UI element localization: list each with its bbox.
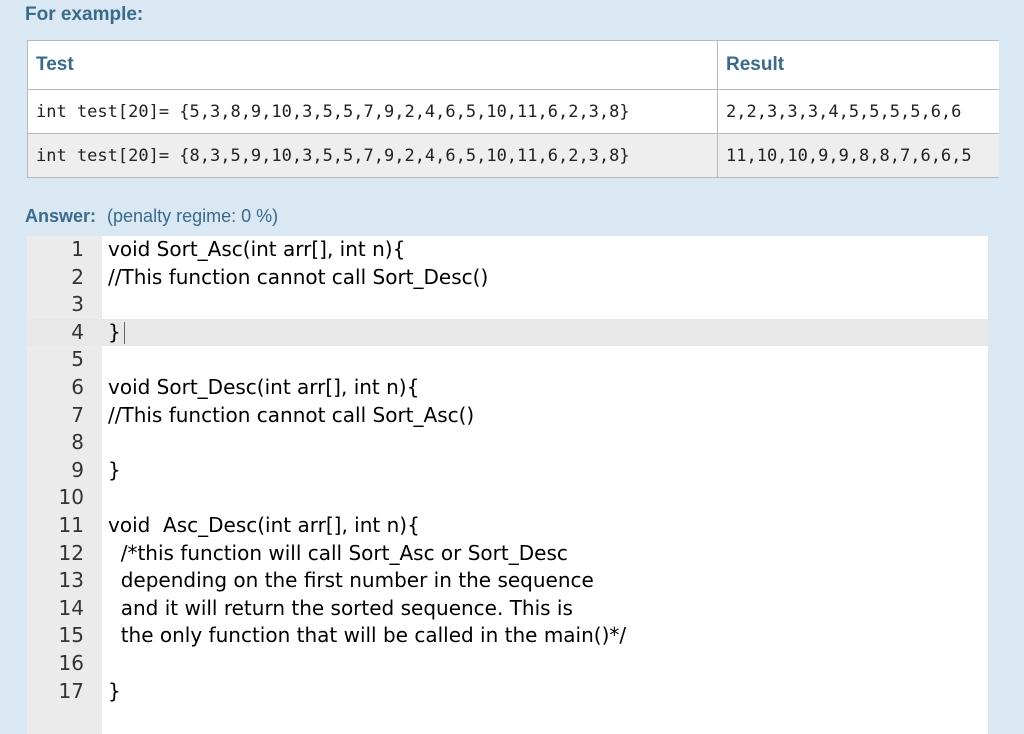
penalty-regime: (penalty regime: 0 %) [107, 206, 279, 226]
table-row: int test[20]= {5,3,8,9,10,3,5,5,7,9,2,4,… [27, 89, 999, 134]
code-line[interactable]: 10 [27, 484, 988, 512]
code-text[interactable]: } [108, 678, 121, 706]
line-number: 3 [71, 292, 84, 317]
code-text[interactable]: void Sort_Asc(int arr[], int n){ [108, 236, 405, 264]
code-line[interactable]: 3 [27, 291, 988, 319]
code-line[interactable]: 4} [27, 318, 988, 347]
line-number: 17 [58, 678, 84, 703]
code-line[interactable]: 5 [27, 346, 988, 374]
table-row: int test[20]= {8,3,5,9,10,3,5,5,7,9,2,4,… [27, 133, 999, 178]
code-line[interactable]: 12 /*this function will call Sort_Asc or… [27, 540, 988, 568]
answer-label: Answer: [25, 206, 97, 226]
test-cell: int test[20]= {8,3,5,9,10,3,5,5,7,9,2,4,… [27, 133, 718, 178]
test-cell: int test[20]= {5,3,8,9,10,3,5,5,7,9,2,4,… [27, 89, 718, 134]
code-line[interactable]: 15 the only function that will be called… [27, 622, 988, 650]
line-number: 9 [71, 457, 84, 482]
code-text[interactable]: //This function cannot call Sort_Desc() [108, 264, 488, 292]
code-line[interactable]: 8 [27, 429, 988, 457]
line-number: 15 [58, 623, 84, 648]
examples-table: Test Result int test[20]= {5,3,8,9,10,3,… [27, 40, 999, 178]
code-line[interactable]: 14 and it will return the sorted sequenc… [27, 595, 988, 623]
line-number: 13 [58, 568, 84, 593]
for-example-heading: For example: [25, 4, 144, 25]
line-number: 10 [58, 485, 84, 510]
line-number: 8 [71, 430, 84, 455]
table-header-row: Test Result [27, 40, 999, 90]
line-number: 11 [58, 513, 84, 537]
code-line[interactable]: 11 void Asc_Desc(int arr[], int n){ [27, 512, 988, 540]
line-number: 5 [71, 347, 84, 372]
code-line[interactable]: 9} [27, 457, 988, 485]
line-number: 2 [71, 264, 84, 289]
code-line[interactable]: 1 void Sort_Asc(int arr[], int n){ [27, 236, 988, 264]
code-line[interactable]: 17} [27, 678, 988, 706]
line-number: 7 [71, 402, 84, 427]
code-editor[interactable]: 1 void Sort_Asc(int arr[], int n){ 2 //This… [27, 236, 988, 734]
code-line[interactable]: 13 depending on the first number in the … [27, 567, 988, 595]
code-text[interactable]: the only function that will be called in… [108, 622, 626, 650]
line-number: 1 [71, 237, 84, 261]
line-number: 12 [58, 540, 84, 565]
line-number: 4 [71, 319, 84, 344]
code-text[interactable]: } [108, 319, 125, 347]
result-cell: 2,2,3,3,3,4,5,5,5,5,6,6 [717, 89, 999, 134]
line-number: 6 [71, 375, 84, 399]
answer-heading: Answer: (penalty regime: 0 %) [25, 206, 278, 227]
code-text[interactable]: void Asc_Desc(int arr[], int n){ [108, 512, 420, 540]
code-text[interactable]: and it will return the sorted sequence. … [108, 595, 573, 623]
code-text[interactable]: } [108, 457, 121, 485]
test-column-header: Test [27, 40, 718, 90]
code-line[interactable]: 6 void Sort_Desc(int arr[], int n){ [27, 374, 988, 402]
line-number: 16 [58, 651, 84, 675]
line-number: 14 [58, 595, 84, 620]
result-cell: 11,10,10,9,9,8,8,7,6,6,5 [717, 133, 999, 178]
code-line[interactable]: 7 //This function cannot call Sort_Asc() [27, 402, 988, 430]
code-text[interactable]: /*this function will call Sort_Asc or So… [108, 540, 568, 568]
text-cursor [123, 322, 125, 345]
code-text[interactable]: void Sort_Desc(int arr[], int n){ [108, 374, 419, 402]
result-column-header: Result [717, 40, 999, 90]
code-line[interactable]: 16 [27, 650, 988, 678]
code-text[interactable]: depending on the first number in the seq… [108, 567, 594, 595]
code-line[interactable]: 2 //This function cannot call Sort_Desc() [27, 264, 988, 292]
code-text[interactable]: //This function cannot call Sort_Asc() [108, 402, 474, 430]
question-panel: For example: Test Result int test[20]= {… [0, 0, 1024, 734]
